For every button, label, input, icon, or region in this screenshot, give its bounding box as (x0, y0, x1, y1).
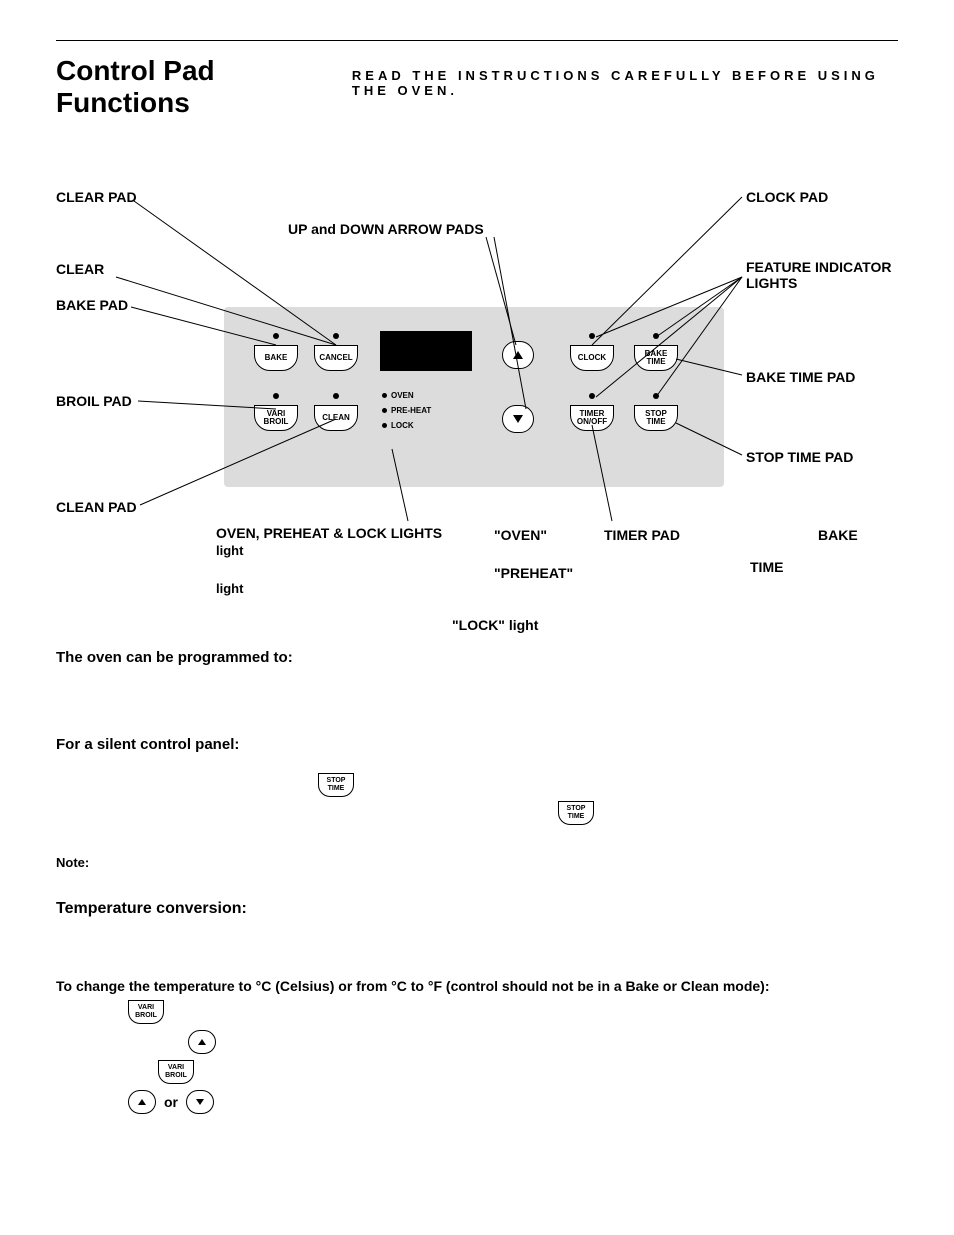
inline-vari-broil-pad-1: VARIBROIL (128, 1000, 164, 1024)
down-arrow-pad[interactable] (502, 405, 534, 433)
inline-down-arrow (186, 1090, 214, 1114)
timer-pad[interactable]: TIMERON/OFF (570, 393, 614, 431)
temp-conversion-instruction: To change the temperature to °C (Celsius… (56, 978, 898, 994)
callout-timer-pad: TIMER PAD (604, 527, 680, 543)
vari-broil-pad-label: VARIBROIL (254, 405, 298, 431)
bake-time-pad-label: BAKETIME (634, 345, 678, 371)
status-oven: OVEN (391, 391, 414, 400)
indicator-dot (273, 333, 279, 339)
clean-pad-label: CLEAN (314, 405, 358, 431)
clock-pad[interactable]: CLOCK (570, 333, 614, 371)
callout-clock-pad: CLOCK PAD (746, 189, 828, 205)
bake-pad-label: BAKE (254, 345, 298, 371)
inline-stop-time-pad-2: STOPTIME (558, 801, 594, 825)
indicator-dot (653, 333, 659, 339)
callout-feature-lights: FEATURE INDICATOR LIGHTS (746, 259, 898, 291)
callout-bake-pad: BAKE PAD (56, 297, 128, 313)
indicator-dot (589, 393, 595, 399)
bake-time-pad[interactable]: BAKETIME (634, 333, 678, 371)
callout-time-word: TIME (750, 559, 783, 575)
stop-time-pad[interactable]: STOPTIME (634, 393, 678, 431)
note-label: Note: (56, 855, 898, 870)
triangle-down-icon (196, 1099, 204, 1105)
indicator-dot (333, 393, 339, 399)
indicator-dot (589, 333, 595, 339)
or-text: or (164, 1094, 178, 1110)
clean-pad[interactable]: CLEAN (314, 393, 358, 431)
callout-ophl: OVEN, PREHEAT & LOCK LIGHTS (216, 525, 442, 541)
clock-pad-label: CLOCK (570, 345, 614, 371)
page-title: Control Pad Functions (56, 55, 312, 119)
vari-broil-pad[interactable]: VARIBROIL (254, 393, 298, 431)
silent-heading: For a silent control panel: (56, 736, 898, 753)
callout-preheat-light: "PREHEAT" (494, 565, 573, 581)
page-subtitle: READ THE INSTRUCTIONS CAREFULLY BEFORE U… (352, 68, 898, 98)
oven-control-panel: BAKE CANCEL CLOCK BAKETIME VARIBROIL (224, 307, 724, 487)
callout-stop-time-pad: STOP TIME PAD (746, 449, 853, 465)
callout-clear-pad: CLEAR PAD (56, 189, 137, 205)
display-lcd (380, 331, 472, 371)
triangle-up-icon (513, 351, 523, 359)
status-preheat: PRE-HEAT (391, 406, 431, 415)
bake-pad[interactable]: BAKE (254, 333, 298, 371)
inline-vari-broil-pad-2: VARIBROIL (158, 1060, 194, 1084)
timer-pad-label: TIMERON/OFF (570, 405, 614, 431)
cancel-pad[interactable]: CANCEL (314, 333, 358, 371)
callout-bake-word: BAKE (818, 527, 858, 543)
status-lights: OVEN PRE-HEAT LOCK (382, 385, 431, 436)
indicator-dot (273, 393, 279, 399)
callout-light2: light (216, 581, 243, 596)
stop-time-pad-label: STOPTIME (634, 405, 678, 431)
callout-lock-light: "LOCK" light (452, 617, 538, 633)
up-arrow-pad[interactable] (502, 341, 534, 369)
indicator-dot (653, 393, 659, 399)
callout-arrow-pads: UP and DOWN ARROW PADS (288, 221, 484, 237)
callout-broil-pad: BROIL PAD (56, 393, 132, 409)
triangle-up-icon (198, 1039, 206, 1045)
callout-clean-pad: CLEAN PAD (56, 499, 137, 515)
temp-conversion-steps: VARIBROIL VARIBROIL or (126, 1000, 898, 1114)
callout-clear: CLEAR (56, 261, 104, 277)
inline-up-arrow-1 (188, 1030, 216, 1054)
indicator-dot (333, 333, 339, 339)
callout-light1: light (216, 543, 243, 558)
callout-bake-time-pad: BAKE TIME PAD (746, 369, 855, 385)
programmed-heading: The oven can be programmed to: (56, 649, 898, 666)
inline-up-arrow-2 (128, 1090, 156, 1114)
status-lock: LOCK (391, 421, 414, 430)
control-panel-diagram: CLEAR PAD UP and DOWN ARROW PADS CLOCK P… (56, 149, 898, 609)
temp-conversion-heading: Temperature conversion: (56, 900, 898, 918)
triangle-up-icon (138, 1099, 146, 1105)
inline-stop-time-pad-1: STOPTIME (318, 773, 354, 797)
triangle-down-icon (513, 415, 523, 423)
callout-oven-light: "OVEN" (494, 527, 547, 543)
cancel-pad-label: CANCEL (314, 345, 358, 371)
